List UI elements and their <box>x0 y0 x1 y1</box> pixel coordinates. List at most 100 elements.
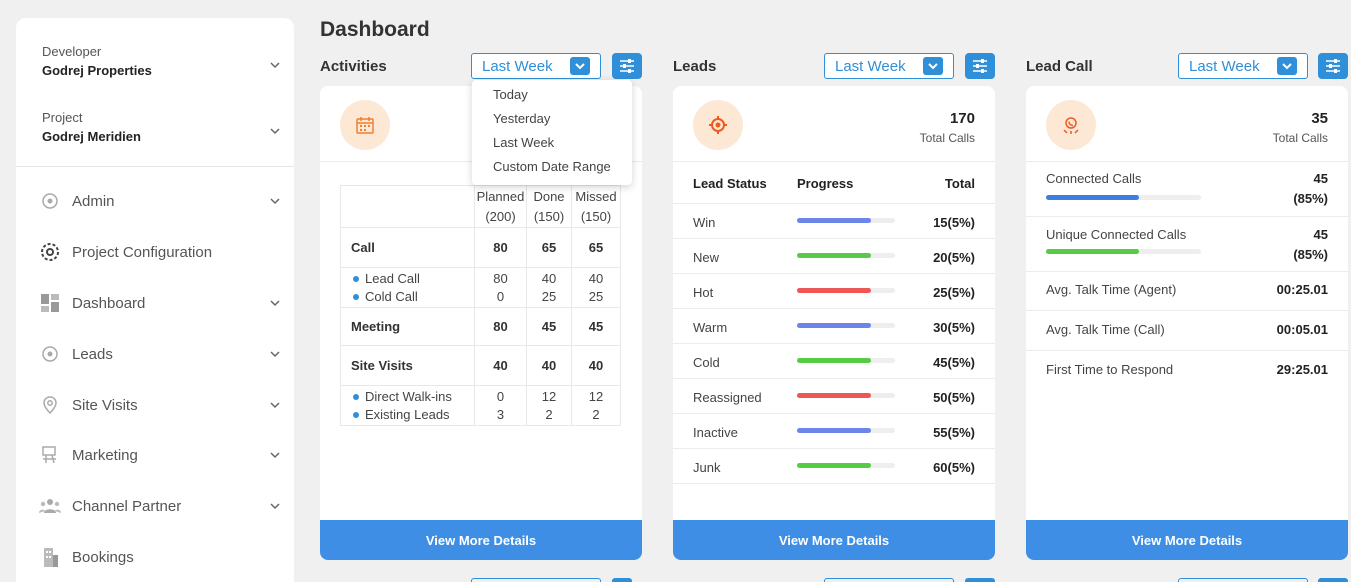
next-section-select[interactable] <box>471 578 601 582</box>
lead-call-total-label: Total Calls <box>1272 131 1328 145</box>
leads-filter-button[interactable] <box>965 53 995 79</box>
leads-total-value: 170 <box>949 110 975 127</box>
sidebar-item-bookings[interactable]: Bookings <box>38 542 282 572</box>
sidebar-item-channel-partner[interactable]: Channel Partner <box>38 491 282 521</box>
missed-label: Missed <box>575 188 617 204</box>
unique-calls-progress <box>1046 249 1201 254</box>
lead-call-card: 35 Total Calls Connected Calls 45 (85%) U… <box>1026 86 1348 560</box>
connected-calls-row: Connected Calls 45 (85%) <box>1026 162 1348 217</box>
period-dropdown-menu: Today Yesterday Last Week Custom Date Ra… <box>472 80 632 185</box>
lead-progress-bar <box>797 253 895 258</box>
done-cell: 25 <box>526 287 572 308</box>
done-cell: 40 <box>526 345 572 386</box>
table-row: Win 15(5%) <box>673 204 995 239</box>
chevron-down-icon[interactable] <box>268 58 282 72</box>
sidebar-item-leads[interactable]: Leads <box>38 339 282 369</box>
target-icon <box>38 342 62 366</box>
developer-selector[interactable]: Developer Godrej Properties <box>42 44 282 78</box>
lead-status-name: Win <box>693 215 716 230</box>
lead-status-total: 60(5%) <box>933 460 975 475</box>
table-row: Direct Walk-ins 0 12 12 <box>340 385 621 406</box>
connected-calls-value: 45 <box>1313 171 1328 186</box>
avg-talk-call-label: Avg. Talk Time (Call) <box>1046 322 1165 337</box>
table-row: Hot 25(5%) <box>673 274 995 309</box>
done-cell: 65 <box>526 227 572 268</box>
lead-status-name: Reassigned <box>693 390 762 405</box>
progress-fill <box>1046 249 1139 254</box>
chevron-down-icon[interactable] <box>268 448 282 462</box>
lead-status-total: 25(5%) <box>933 285 975 300</box>
chevron-down-icon[interactable] <box>268 194 282 208</box>
planned-cell: 0 <box>474 287 527 308</box>
unique-calls-value: 45 <box>1313 227 1328 242</box>
project-selector[interactable]: Project Godrej Meridien <box>42 110 282 144</box>
menu-item-last-week[interactable]: Last Week <box>472 134 632 158</box>
sliders-icon <box>973 59 987 73</box>
sidebar-item-site-visits[interactable]: Site Visits <box>38 390 282 420</box>
avg-talk-call-value: 00:05.01 <box>1276 322 1328 337</box>
row-label: Cold Call <box>365 288 418 304</box>
view-more-details-button[interactable]: View More Details <box>673 520 995 560</box>
lead-call-filter-button[interactable] <box>1318 53 1348 79</box>
progress-fill <box>797 393 871 398</box>
planned-cell: 40 <box>474 345 527 386</box>
sidebar-item-dashboard[interactable]: Dashboard <box>38 288 282 318</box>
sidebar-item-project-configuration[interactable]: Project Configuration <box>38 237 282 267</box>
lead-call-total-value: 35 <box>1311 110 1328 127</box>
lead-status-total: 55(5%) <box>933 425 975 440</box>
lead-progress-bar <box>797 288 895 293</box>
progress-fill <box>1046 195 1139 200</box>
target-icon <box>693 100 743 150</box>
bullet-icon <box>353 276 359 283</box>
table-row: Junk 60(5%) <box>673 449 995 484</box>
lead-status-name: Warm <box>693 320 728 335</box>
next-section-select[interactable] <box>824 578 954 582</box>
next-section-filter-button[interactable] <box>965 578 995 582</box>
missed-cell: 40 <box>571 267 621 288</box>
done-cell: 12 <box>526 385 572 406</box>
chevron-down-icon[interactable] <box>268 124 282 138</box>
lead-status-header: Lead Status <box>693 176 767 191</box>
leads-table-header: Lead Status Progress Total <box>673 162 995 204</box>
sidebar-item-marketing[interactable]: Marketing <box>38 440 282 470</box>
next-section-filter-button[interactable] <box>1318 578 1348 582</box>
chevron-down-icon[interactable] <box>268 296 282 310</box>
next-section-select[interactable] <box>1178 578 1308 582</box>
lead-call-period-select[interactable]: Last Week <box>1178 53 1308 79</box>
planned-cell: 80 <box>474 267 527 288</box>
missed-cell: 25 <box>571 287 621 308</box>
next-section-filter-button[interactable] <box>612 578 632 582</box>
done-count: (150) <box>533 208 565 224</box>
progress-fill <box>797 253 871 258</box>
planned-label: Planned <box>476 188 525 204</box>
building-icon <box>38 545 62 569</box>
table-row: Cold 45(5%) <box>673 344 995 379</box>
chevron-down-icon[interactable] <box>268 347 282 361</box>
activities-period-select[interactable]: Last Week <box>471 53 601 79</box>
chevron-down-icon[interactable] <box>268 398 282 412</box>
activities-filter-button[interactable] <box>612 53 642 79</box>
chevron-down-icon <box>570 57 590 75</box>
bullet-icon <box>353 411 359 418</box>
chevron-down-icon[interactable] <box>268 499 282 513</box>
row-label: Meeting <box>340 307 475 346</box>
leads-period-select[interactable]: Last Week <box>824 53 954 79</box>
menu-item-yesterday[interactable]: Yesterday <box>472 110 632 134</box>
activities-table: Planned (200) Done (150) Missed (150) Call … <box>340 185 621 426</box>
sidebar-item-admin[interactable]: Admin <box>38 186 282 216</box>
total-header: Total <box>944 176 975 191</box>
table-row: Cold Call 0 25 25 <box>340 287 621 308</box>
lead-progress-bar <box>797 218 895 223</box>
activities-title: Activities <box>320 58 387 75</box>
lead-status-name: New <box>693 250 720 265</box>
location-pin-icon <box>38 393 62 417</box>
developer-label: Developer <box>42 44 102 59</box>
connected-calls-progress <box>1046 195 1201 200</box>
lead-call-period-value: Last Week <box>1189 57 1260 75</box>
view-more-details-button[interactable]: View More Details <box>1026 520 1348 560</box>
menu-item-custom-date-range[interactable]: Custom Date Range <box>472 158 632 182</box>
view-more-details-button[interactable]: View More Details <box>320 520 642 560</box>
missed-count: (150) <box>580 208 612 224</box>
menu-item-today[interactable]: Today <box>472 86 632 110</box>
planned-count: (200) <box>485 208 516 224</box>
